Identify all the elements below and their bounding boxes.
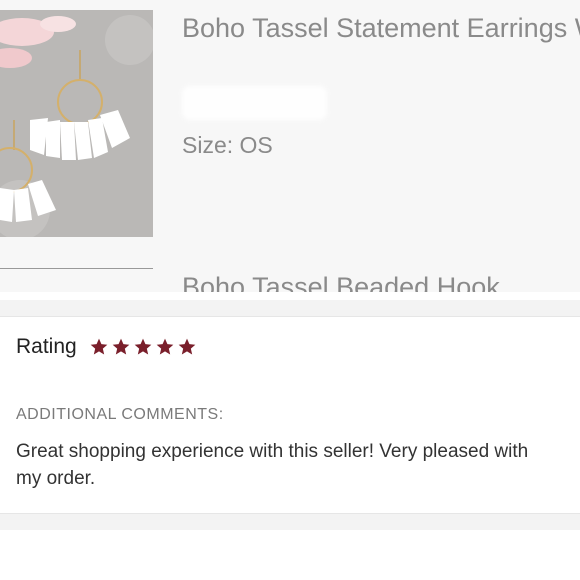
section-separator xyxy=(0,300,580,317)
divider xyxy=(0,268,153,269)
star-icon xyxy=(178,338,196,355)
rating-stars xyxy=(89,337,197,357)
star-icon xyxy=(156,338,174,355)
rating-label: Rating xyxy=(16,335,77,358)
review-card: Rating ADDITIONAL COMMENTS: Great shoppi… xyxy=(0,317,580,514)
listing-item[interactable]: Boho Tassel Statement Earrings White Fes… xyxy=(0,0,580,292)
section-separator xyxy=(0,514,580,530)
earrings-photo xyxy=(0,10,153,237)
star-icon xyxy=(90,338,108,355)
rating-row: Rating xyxy=(16,335,197,359)
price-redacted xyxy=(182,86,327,120)
product-thumbnail[interactable] xyxy=(0,10,153,237)
comment-text: Great shopping experience with this sell… xyxy=(16,441,529,489)
star-icon xyxy=(112,338,130,355)
star-icon xyxy=(134,338,152,355)
comments-heading: ADDITIONAL COMMENTS: xyxy=(16,406,224,423)
spacer xyxy=(0,292,580,300)
listing-title[interactable]: Boho Tassel Statement Earrings White Fes… xyxy=(182,10,580,46)
size-label: Size: OS xyxy=(182,132,273,158)
next-listing-title[interactable]: Boho Tassel Beaded Hook xyxy=(182,272,500,292)
